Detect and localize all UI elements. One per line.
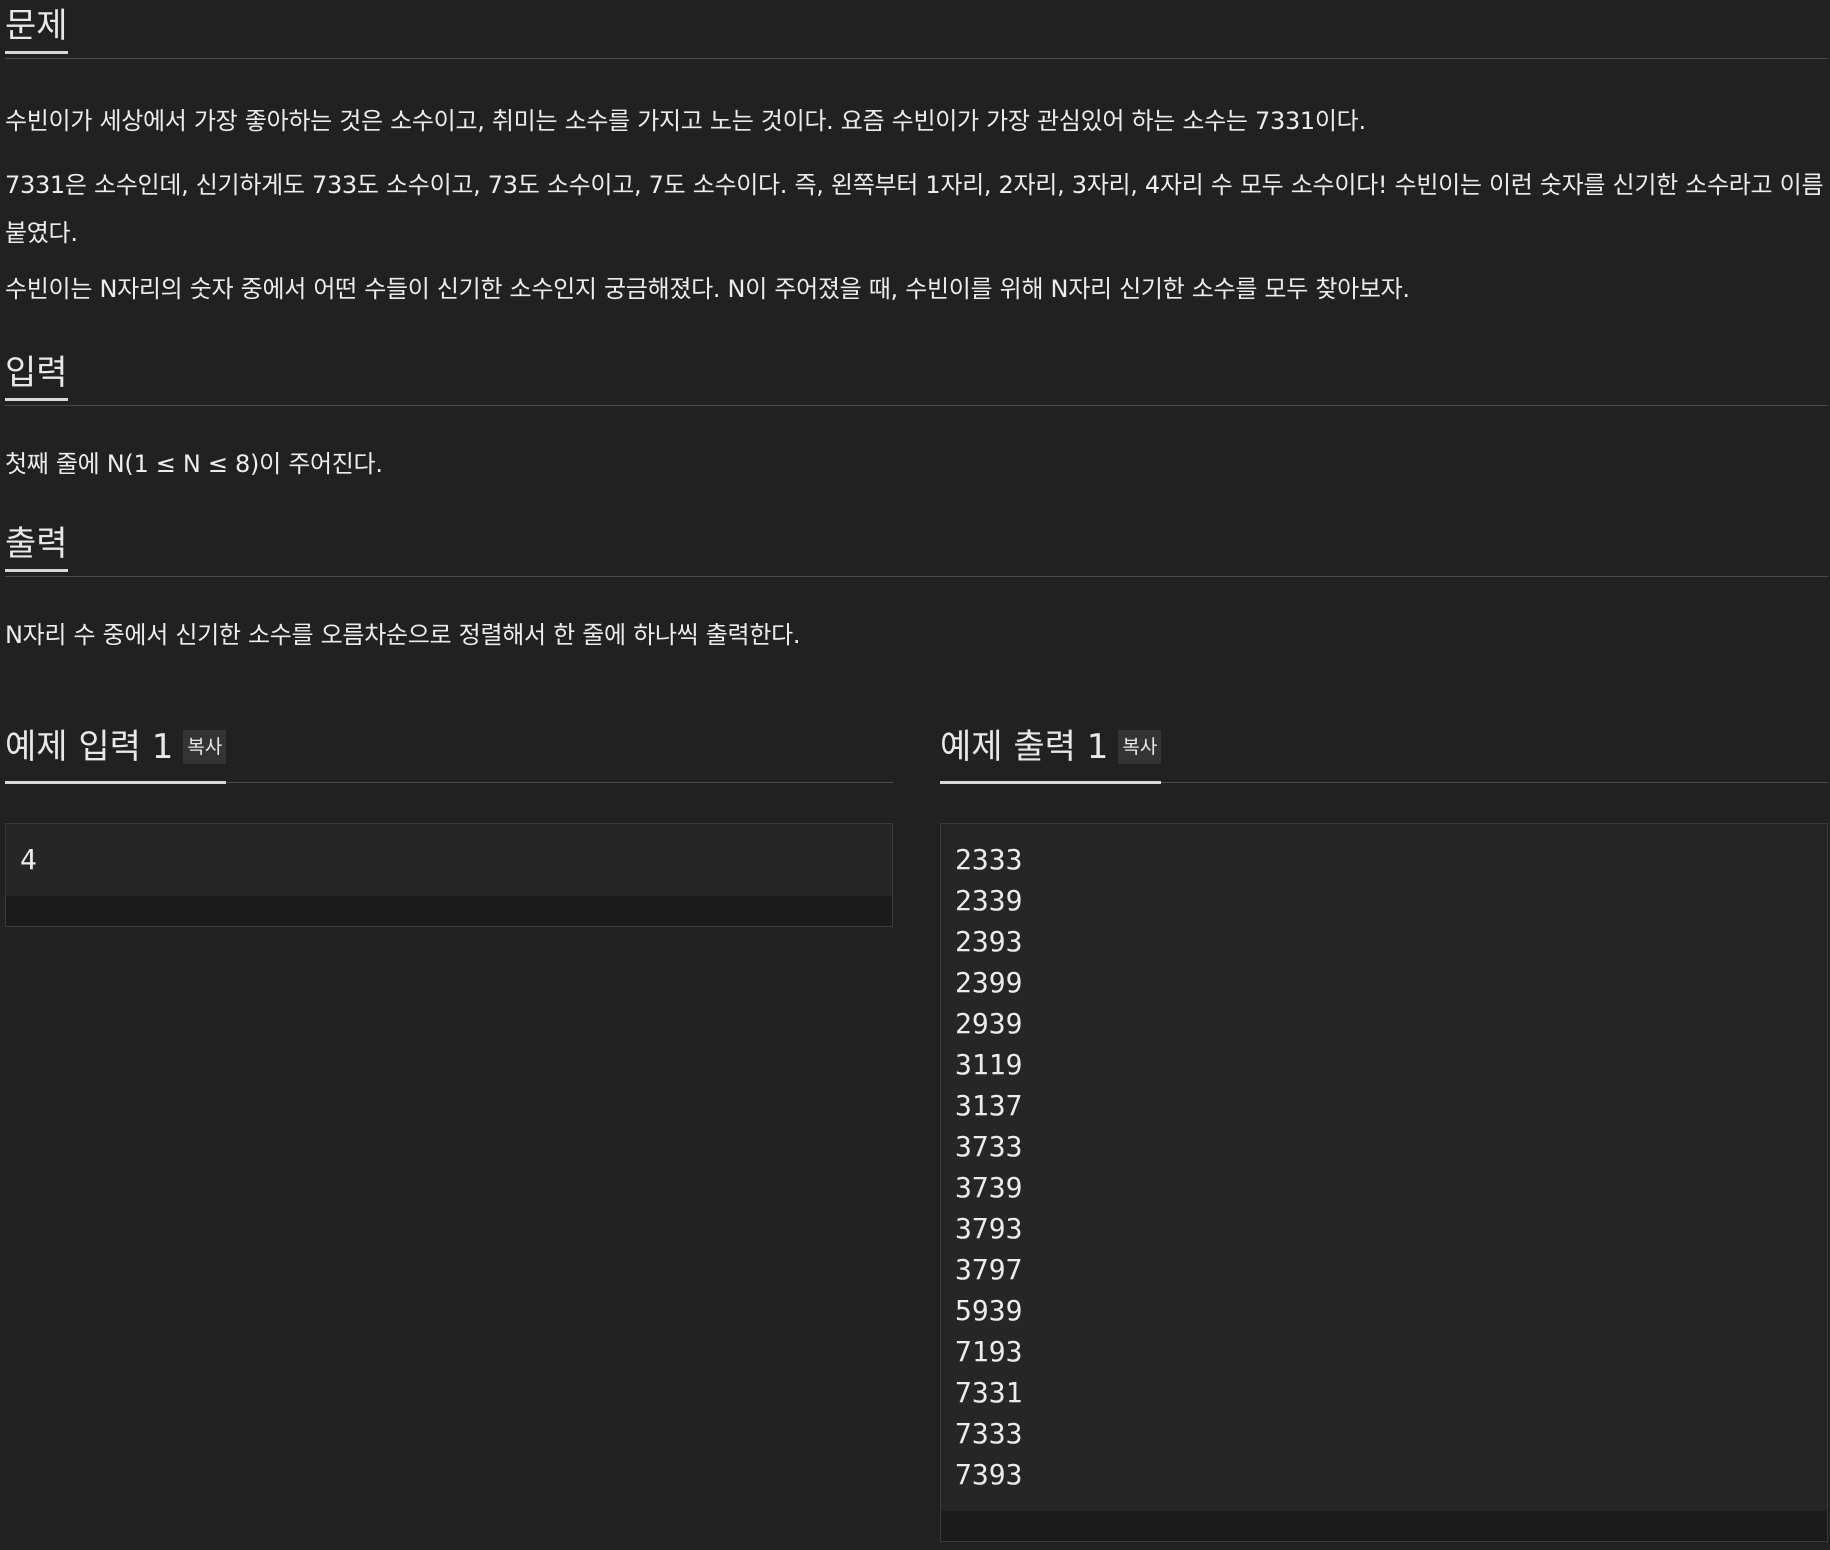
problem-header: 문제 — [5, 0, 1828, 59]
problem-description: 수빈이가 세상에서 가장 좋아하는 것은 소수이고, 취미는 소수를 가지고 노… — [5, 97, 1828, 313]
output-paragraph-1: N자리 수 중에서 신기한 소수를 오름차순으로 정렬해서 한 줄에 하나씩 출… — [5, 621, 801, 649]
sample-output-copy-button[interactable]: 복사 — [1118, 730, 1162, 764]
problem-paragraph-1: 수빈이가 세상에서 가장 좋아하는 것은 소수이고, 취미는 소수를 가지고 노… — [5, 107, 1366, 135]
sample-output-box[interactable]: 2333 2339 2393 2399 2939 3119 3137 3733 … — [940, 823, 1828, 1542]
sample-output-line: 7193 — [955, 1335, 1023, 1368]
problem-paragraph-2: 7331은 소수인데, 신기하게도 733도 소수이고, 73도 소수이고, 7… — [5, 171, 1824, 247]
sample-output-line: 3739 — [955, 1171, 1023, 1204]
sample-output-line: 2339 — [955, 884, 1023, 917]
input-section: 입력 첫째 줄에 N(1 ≤ N ≤ 8)이 주어진다. — [5, 347, 1828, 488]
sample-output-line: 7331 — [955, 1376, 1023, 1409]
sample-output-line: 3137 — [955, 1089, 1023, 1122]
sample-output-line: 2333 — [955, 843, 1023, 876]
input-paragraph-1: 첫째 줄에 N(1 ≤ N ≤ 8)이 주어진다. — [5, 450, 383, 478]
sample-output-line: 7333 — [955, 1417, 1023, 1450]
sample-output-panel: 예제 출력 1 복사 2333 2339 2393 2399 2939 3119 … — [940, 722, 1828, 1542]
problem-section: 문제 수빈이가 세상에서 가장 좋아하는 것은 소수이고, 취미는 소수를 가지… — [5, 0, 1828, 313]
output-description: N자리 수 중에서 신기한 소수를 오름차순으로 정렬해서 한 줄에 하나씩 출… — [5, 611, 1828, 659]
problem-paragraph-3: 수빈이는 N자리의 숫자 중에서 어떤 수들이 신기한 소수인지 궁금해졌다. … — [5, 275, 1410, 303]
sample-output-content: 2333 2339 2393 2399 2939 3119 3137 3733 … — [941, 824, 1827, 1511]
sample-input-box-footer — [6, 896, 892, 926]
sample-output-title: 예제 출력 1 — [940, 727, 1109, 767]
sample-input-tab: 예제 입력 1 복사 — [5, 722, 227, 784]
output-section: 출력 N자리 수 중에서 신기한 소수를 오름차순으로 정렬해서 한 줄에 하나… — [5, 518, 1828, 659]
problem-page: 문제 수빈이가 세상에서 가장 좋아하는 것은 소수이고, 취미는 소수를 가지… — [5, 0, 1828, 1542]
sample-output-line: 5939 — [955, 1294, 1023, 1327]
output-heading: 출력 — [5, 518, 68, 572]
sample-output-header: 예제 출력 1 복사 — [940, 722, 1828, 784]
sample-input-copy-button[interactable]: 복사 — [183, 730, 227, 764]
sample-input-box[interactable]: 4 — [5, 823, 893, 927]
sample-output-line: 7393 — [955, 1458, 1023, 1491]
sample-output-line: 2939 — [955, 1007, 1023, 1040]
sample-output-tab: 예제 출력 1 복사 — [940, 722, 1162, 784]
sample-input-content: 4 — [6, 824, 892, 896]
sample-output-line: 2399 — [955, 966, 1023, 999]
input-header: 입력 — [5, 347, 1828, 406]
sample-input-title: 예제 입력 1 — [5, 727, 174, 767]
sample-input-line: 4 — [20, 843, 37, 876]
sample-output-line: 3119 — [955, 1048, 1023, 1081]
sample-output-box-footer — [941, 1511, 1827, 1541]
sample-output-line: 3797 — [955, 1253, 1023, 1286]
input-heading: 입력 — [5, 347, 68, 401]
sample-input-panel: 예제 입력 1 복사 4 — [5, 722, 893, 927]
sample-output-line: 3793 — [955, 1212, 1023, 1245]
input-description: 첫째 줄에 N(1 ≤ N ≤ 8)이 주어진다. — [5, 440, 1828, 488]
sample-output-line: 3733 — [955, 1130, 1023, 1163]
sample-output-line: 2393 — [955, 925, 1023, 958]
problem-heading: 문제 — [5, 0, 68, 54]
sample-input-header: 예제 입력 1 복사 — [5, 722, 893, 784]
output-header: 출력 — [5, 518, 1828, 577]
